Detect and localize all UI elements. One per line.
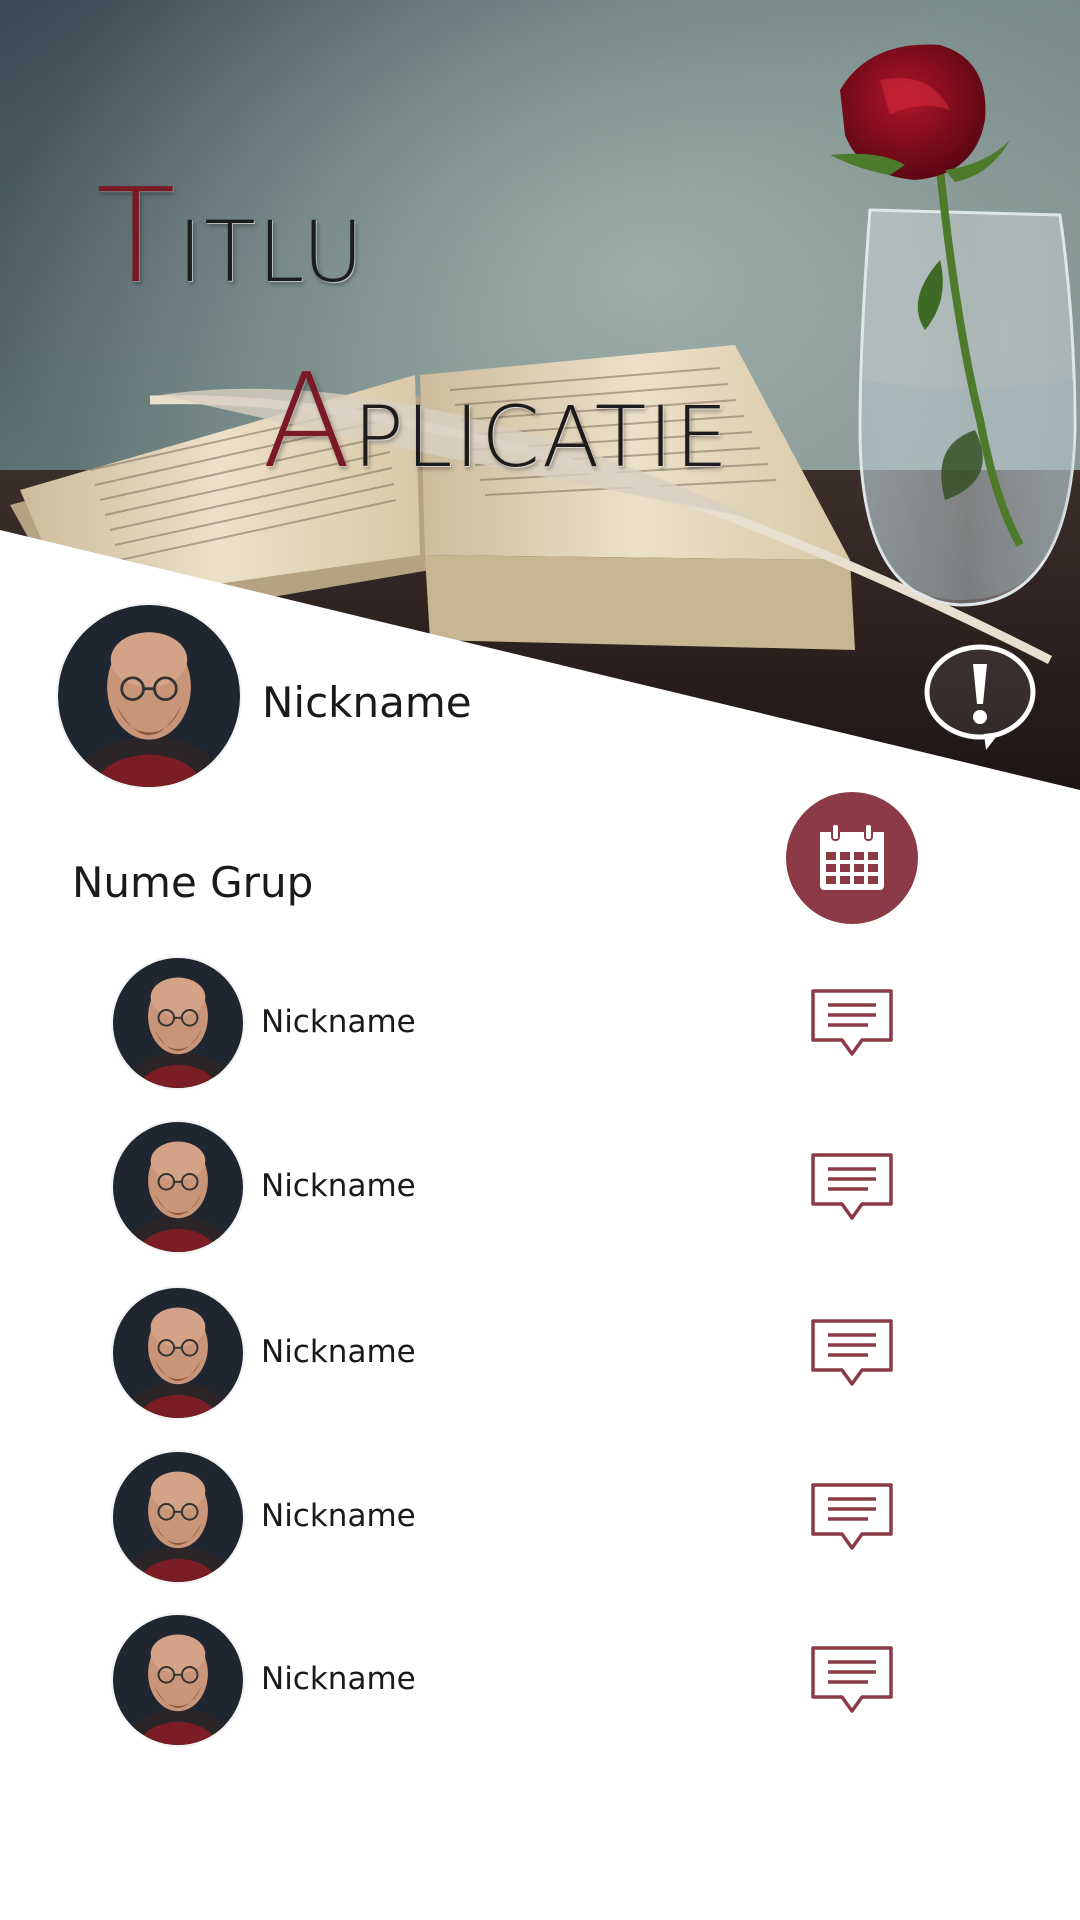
member-list-item[interactable]: Nickname [0, 1288, 1080, 1420]
exclamation-speech-bubble-icon [924, 644, 1036, 750]
user-portrait-avatar [58, 605, 240, 787]
member-avatar[interactable] [113, 958, 243, 1088]
chat-button[interactable] [810, 1152, 894, 1224]
member-avatar[interactable] [113, 1288, 243, 1418]
app-title-line1: TITLU [96, 160, 366, 312]
group-name: Nume Grup [72, 858, 314, 907]
app-screen: TITLU APLICATIE Nickname Nume Grup Nickn… [0, 0, 1080, 1920]
member-avatar[interactable] [113, 1615, 243, 1745]
member-list-item[interactable]: Nickname [0, 1452, 1080, 1584]
chat-button[interactable] [810, 1318, 894, 1390]
user-portrait-avatar [113, 1122, 243, 1252]
chat-bubble-icon [811, 1483, 893, 1550]
title-initial-t: T [96, 160, 178, 312]
chat-bubble-icon [811, 1646, 893, 1713]
profile-avatar[interactable] [58, 605, 240, 787]
user-portrait-avatar [113, 958, 243, 1088]
chat-button[interactable] [810, 988, 894, 1060]
member-list-item[interactable]: Nickname [0, 1122, 1080, 1254]
title-rest-plicatie: PLICATIE [353, 388, 731, 486]
title-initial-a: A [262, 345, 354, 497]
member-avatar[interactable] [113, 1452, 243, 1582]
user-portrait-avatar [113, 1288, 243, 1418]
member-list-item[interactable]: Nickname [0, 1615, 1080, 1747]
member-list-item[interactable]: Nickname [0, 958, 1080, 1090]
chat-bubble-icon [811, 1319, 893, 1386]
profile-nickname: Nickname [262, 678, 472, 727]
chat-bubble-icon [811, 989, 893, 1056]
user-portrait-avatar [113, 1452, 243, 1582]
user-portrait-avatar [113, 1615, 243, 1745]
member-nickname: Nickname [261, 1661, 416, 1697]
app-title-line2: APLICATIE [262, 345, 730, 497]
alert-button[interactable] [922, 642, 1038, 752]
chat-bubble-icon [811, 1153, 893, 1220]
member-nickname: Nickname [261, 1334, 416, 1370]
member-nickname: Nickname [261, 1168, 416, 1204]
chat-button[interactable] [810, 1482, 894, 1554]
member-nickname: Nickname [261, 1498, 416, 1534]
member-avatar[interactable] [113, 1122, 243, 1252]
member-nickname: Nickname [261, 1004, 416, 1040]
calendar-button[interactable] [786, 792, 918, 924]
chat-button[interactable] [810, 1645, 894, 1717]
calendar-icon [820, 823, 884, 890]
title-rest-itlu: ITLU [177, 203, 366, 301]
